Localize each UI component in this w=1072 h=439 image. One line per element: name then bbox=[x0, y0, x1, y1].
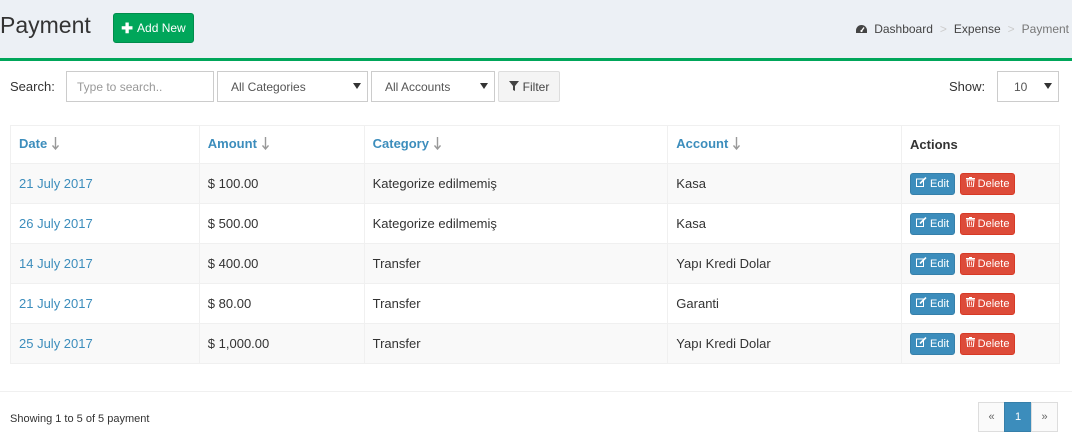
delete-button[interactable]: Delete bbox=[959, 292, 1016, 315]
account-select[interactable]: All Accounts bbox=[371, 71, 495, 102]
payment-box: Search: All Categories All Accounts Filt… bbox=[0, 58, 1072, 439]
trash-icon bbox=[965, 257, 975, 270]
actions-cell: Edit Delete bbox=[901, 203, 1060, 244]
account-cell: Kasa bbox=[667, 163, 903, 204]
pagination-next[interactable]: » bbox=[1031, 402, 1058, 432]
table-row: 26 July 2017 $ 500.00 Kategorize edilmem… bbox=[10, 203, 1060, 244]
trash-icon bbox=[965, 177, 975, 190]
table-header-row: Date Amount Category Account Actions bbox=[10, 125, 1060, 164]
table-row: 21 July 2017 $ 80.00 Transfer Garanti Ed… bbox=[10, 283, 1060, 324]
category-cell: Transfer bbox=[363, 283, 669, 324]
actions-cell: Edit Delete bbox=[901, 283, 1060, 324]
filter-button[interactable]: Filter bbox=[498, 71, 560, 102]
account-cell: Yapı Kredi Dolar bbox=[667, 323, 903, 364]
category-select-value: All Categories bbox=[231, 79, 306, 94]
payments-table: Date Amount Category Account Actions 21 … bbox=[10, 125, 1060, 364]
amount-cell: $ 500.00 bbox=[198, 203, 365, 244]
chevron-down-icon bbox=[480, 83, 488, 89]
column-header-actions: Actions bbox=[901, 125, 1060, 164]
column-header-amount[interactable]: Amount bbox=[198, 125, 365, 164]
amount-cell: $ 1,000.00 bbox=[198, 323, 365, 364]
breadcrumb-payment: Payment bbox=[1021, 22, 1069, 36]
date-cell[interactable]: 21 July 2017 bbox=[10, 283, 200, 324]
column-header-account[interactable]: Account bbox=[667, 125, 903, 164]
amount-cell: $ 100.00 bbox=[198, 163, 365, 204]
date-cell[interactable]: 14 July 2017 bbox=[10, 243, 200, 284]
edit-button[interactable]: Edit bbox=[910, 212, 956, 235]
edit-button[interactable]: Edit bbox=[910, 332, 956, 355]
edit-button[interactable]: Edit bbox=[910, 292, 956, 315]
category-select[interactable]: All Categories bbox=[217, 71, 368, 102]
breadcrumb-separator: > bbox=[1007, 22, 1015, 36]
actions-cell: Edit Delete bbox=[901, 323, 1060, 364]
account-cell: Kasa bbox=[667, 203, 903, 244]
pagination-page-1[interactable]: 1 bbox=[1004, 402, 1032, 432]
dashboard-icon bbox=[855, 24, 868, 35]
category-cell: Kategorize edilmemiş bbox=[363, 203, 669, 244]
page-size-select[interactable]: 10 bbox=[997, 71, 1059, 102]
amount-cell: $ 80.00 bbox=[198, 283, 365, 324]
table-row: 25 July 2017 $ 1,000.00 Transfer Yapı Kr… bbox=[10, 323, 1060, 364]
show-label: Show: bbox=[949, 79, 986, 94]
category-cell: Transfer bbox=[363, 243, 669, 284]
category-cell: Transfer bbox=[363, 323, 669, 364]
pagination-prev[interactable]: « bbox=[978, 402, 1005, 432]
filter-icon bbox=[508, 80, 519, 94]
add-new-button[interactable]: ✚ Add New bbox=[113, 13, 194, 43]
date-cell[interactable]: 21 July 2017 bbox=[10, 163, 200, 204]
edit-icon bbox=[916, 176, 927, 190]
date-cell[interactable]: 25 July 2017 bbox=[10, 323, 200, 364]
edit-button[interactable]: Edit bbox=[910, 252, 956, 275]
showing-entries-text: Showing 1 to 5 of 5 payment bbox=[10, 413, 150, 425]
trash-icon bbox=[965, 217, 975, 230]
category-cell: Kategorize edilmemiş bbox=[363, 163, 669, 204]
sort-arrow-icon bbox=[261, 136, 269, 153]
sort-arrow-icon bbox=[433, 136, 442, 153]
sort-arrow-icon bbox=[733, 136, 741, 153]
sort-arrow-icon bbox=[52, 136, 60, 153]
page-header: Payment ✚ Add New Dashboard > Expense > … bbox=[0, 0, 1072, 58]
edit-icon bbox=[916, 256, 927, 270]
edit-icon bbox=[916, 216, 927, 230]
breadcrumb-expense[interactable]: Expense bbox=[954, 22, 1001, 36]
account-select-value: All Accounts bbox=[385, 79, 451, 94]
amount-cell: $ 400.00 bbox=[198, 243, 365, 284]
delete-button[interactable]: Delete bbox=[959, 212, 1016, 235]
search-label: Search: bbox=[10, 79, 55, 94]
toolbar: Search: All Categories All Accounts Filt… bbox=[0, 61, 1072, 121]
filter-label: Filter bbox=[522, 79, 550, 94]
edit-icon bbox=[916, 336, 927, 350]
delete-button[interactable]: Delete bbox=[959, 332, 1016, 355]
actions-cell: Edit Delete bbox=[901, 243, 1060, 284]
pagination: « 1 » bbox=[978, 402, 1058, 432]
edit-button[interactable]: Edit bbox=[910, 172, 956, 195]
edit-icon bbox=[916, 296, 927, 310]
search-input[interactable] bbox=[66, 71, 214, 102]
trash-icon bbox=[965, 337, 975, 350]
add-new-label: Add New bbox=[137, 21, 186, 35]
chevron-down-icon bbox=[353, 83, 361, 89]
breadcrumb: Dashboard > Expense > Payment bbox=[855, 22, 1069, 36]
date-cell[interactable]: 26 July 2017 bbox=[10, 203, 200, 244]
delete-button[interactable]: Delete bbox=[959, 172, 1016, 195]
footer-divider bbox=[0, 391, 1072, 392]
delete-button[interactable]: Delete bbox=[959, 252, 1016, 275]
chevron-down-icon bbox=[1044, 83, 1052, 89]
table-row: 14 July 2017 $ 400.00 Transfer Yapı Kred… bbox=[10, 243, 1060, 284]
column-header-category[interactable]: Category bbox=[363, 125, 669, 164]
page-size-value: 10 bbox=[1014, 79, 1028, 94]
table-row: 21 July 2017 $ 100.00 Kategorize edilmem… bbox=[10, 163, 1060, 204]
breadcrumb-dashboard[interactable]: Dashboard bbox=[874, 22, 933, 36]
trash-icon bbox=[965, 297, 975, 310]
actions-cell: Edit Delete bbox=[901, 163, 1060, 204]
page-title: Payment bbox=[0, 12, 91, 38]
account-cell: Garanti bbox=[667, 283, 903, 324]
plus-icon: ✚ bbox=[121, 20, 134, 36]
breadcrumb-separator: > bbox=[939, 22, 947, 36]
account-cell: Yapı Kredi Dolar bbox=[667, 243, 903, 284]
column-header-date[interactable]: Date bbox=[10, 125, 200, 164]
